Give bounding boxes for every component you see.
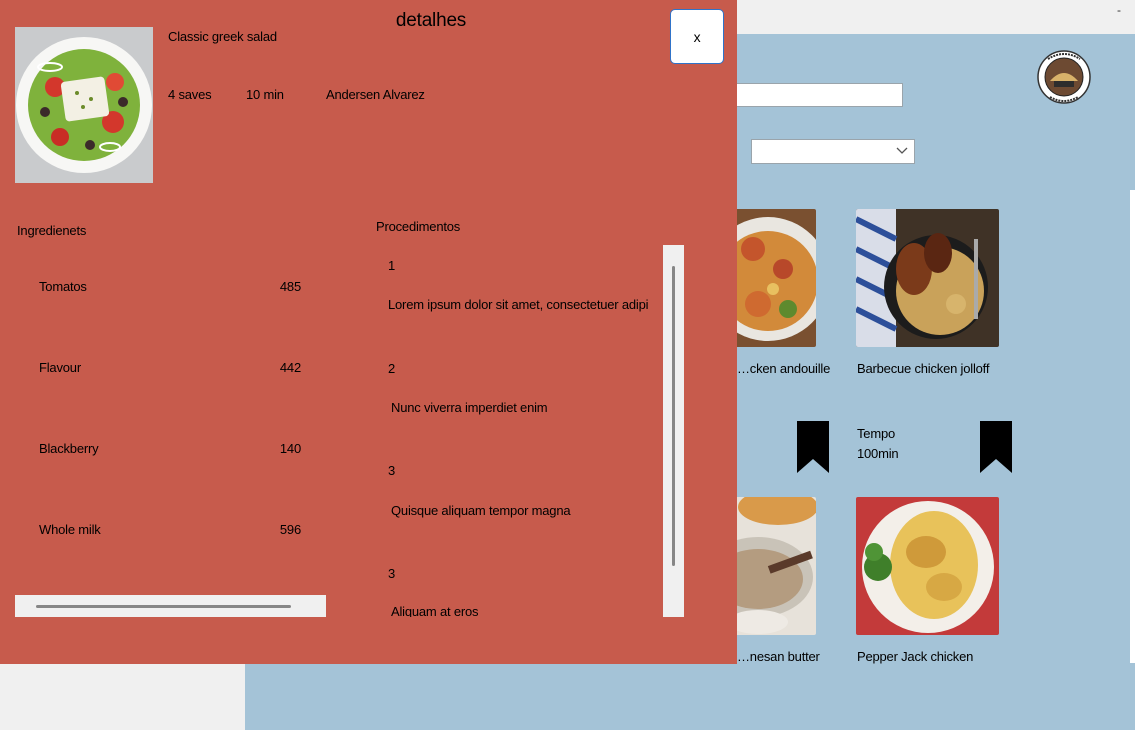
procedures-vertical-scrollbar[interactable] (663, 245, 684, 617)
step-number: 3 (388, 463, 396, 478)
ingredient-qty: 596 (279, 522, 301, 537)
bookmark-icon[interactable] (980, 421, 1012, 473)
recipe-card-title[interactable]: Pepper Jack chicken (857, 649, 973, 664)
recipe-card-image[interactable] (856, 209, 999, 347)
procedures-header: Procedimentos (376, 219, 461, 234)
recipe-card-title[interactable]: …cken andouille (737, 361, 830, 376)
recipe-photo-icon (856, 209, 999, 347)
bookmark-icon[interactable] (797, 421, 829, 473)
filter-dropdown[interactable] (751, 139, 915, 164)
recipe-card-image[interactable] (728, 497, 816, 635)
ingredient-name: Blackberry (39, 441, 99, 456)
ingredient-qty: 442 (279, 360, 301, 375)
recipe-author: Andersen Alvarez (326, 87, 425, 102)
ingredient-qty: 140 (279, 441, 301, 456)
minimize-button[interactable]: - (1117, 3, 1121, 17)
step-text: Lorem ipsum dolor sit amet, consectetuer… (388, 297, 649, 312)
recipe-details-dialog: detalhes x Classic greek salad 4 saves 1… (0, 0, 737, 664)
recipe-card-title[interactable]: …nesan butter (737, 649, 820, 664)
scrollbar-thumb[interactable] (36, 605, 291, 608)
recipe-image (15, 27, 153, 183)
close-button[interactable]: x (670, 9, 724, 64)
list-scrollbar[interactable] (1130, 190, 1135, 663)
recipe-photo-icon (856, 497, 999, 635)
ingredient-name: Flavour (39, 360, 81, 375)
recipe-tempo: Tempo 100min (857, 424, 899, 464)
procedures-list: 1 Lorem ipsum dolor sit amet, consectetu… (380, 246, 662, 617)
recipe-card-image[interactable] (728, 209, 816, 347)
recipe-photo-icon (728, 209, 816, 347)
ingredients-header: Ingredienets (17, 223, 87, 238)
recipe-name: Classic greek salad (168, 29, 277, 44)
search-input[interactable] (728, 83, 903, 107)
ingredient-name: Tomatos (39, 279, 87, 294)
step-number: 1 (388, 258, 396, 273)
ingredient-qty: 485 (279, 279, 301, 294)
ingredient-name: Whole milk (39, 522, 101, 537)
recipe-card-title[interactable]: Barbecue chicken jolloff (857, 361, 989, 376)
step-text: Quisque aliquam tempor magna (391, 503, 571, 518)
croissant-logo (1037, 50, 1091, 104)
recipe-card-image[interactable] (856, 497, 999, 635)
step-number: 3 (388, 566, 396, 581)
recipe-time: 10 min (246, 87, 284, 102)
recipe-photo-icon (728, 497, 816, 635)
tempo-label: Tempo (857, 426, 896, 441)
step-number: 2 (388, 361, 396, 376)
scrollbar-thumb[interactable] (672, 266, 675, 566)
chevron-down-icon (896, 147, 908, 154)
recipe-saves: 4 saves (168, 87, 212, 102)
greek-salad-photo-icon (15, 27, 153, 183)
step-text: Nunc viverra imperdiet enim (391, 400, 548, 415)
tempo-value: 100min (857, 446, 899, 461)
step-text: Aliquam at eros (391, 604, 479, 617)
ingredients-horizontal-scrollbar[interactable] (15, 595, 326, 617)
